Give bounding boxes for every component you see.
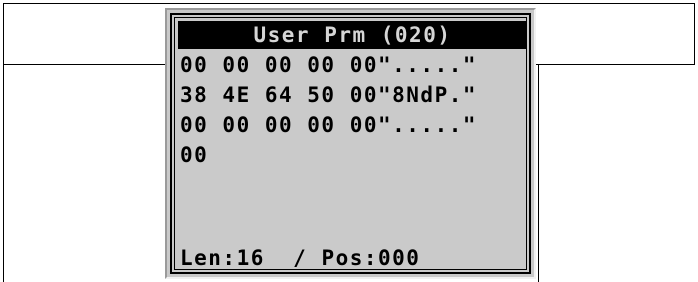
document-frame-right-line [694,3,695,65]
lcd-display-area: User Prm (020) 00 00 00 00 00"....." 38 … [170,13,531,274]
hex-data-line-2: 38 4E 64 50 00"8NdP." [180,83,478,107]
document-frame-lower-left-line [3,64,4,282]
screen-title: User Prm (020) [178,21,527,49]
document-frame-left-line [3,3,4,65]
hex-data-line-1: 00 00 00 00 00"....." [180,53,478,77]
document-frame-top-line [3,3,695,4]
hex-data-line-4: 00 [180,143,209,167]
length-readout: Len:16 [180,246,265,270]
lcd-screen: User Prm (020) 00 00 00 00 00"....." 38 … [165,8,536,279]
document-frame-lower-right-line [538,64,539,282]
status-line: Len:16 / Pos:000 [180,244,420,272]
hex-data-line-3: 00 00 00 00 00"....." [180,113,478,137]
position-readout: / Pos:000 [293,246,421,270]
